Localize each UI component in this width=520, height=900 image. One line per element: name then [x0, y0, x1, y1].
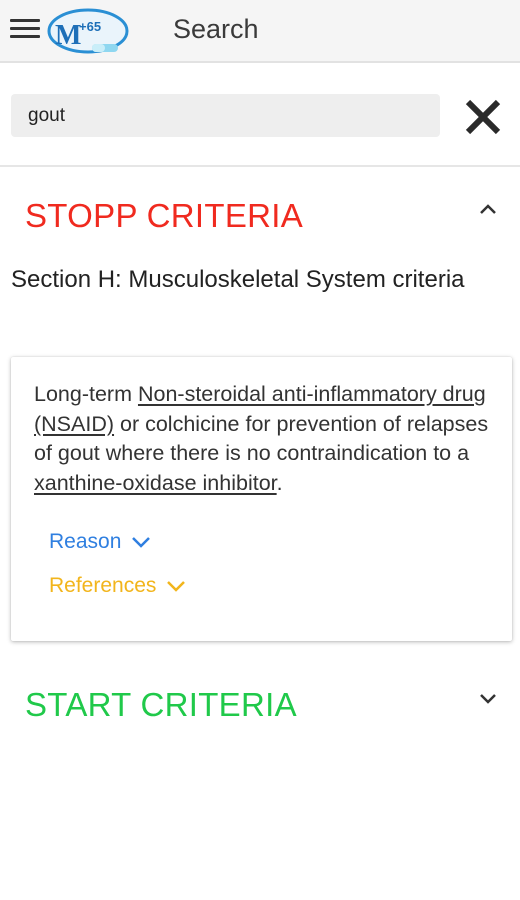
section-heading: Section H: Musculoskeletal System criter… — [11, 266, 465, 293]
criterion-text-part: Long-term — [34, 382, 138, 406]
references-toggle[interactable]: References — [49, 574, 186, 598]
criterion-text-part: . — [276, 470, 283, 495]
svg-text:+65: +65 — [79, 19, 101, 34]
stopp-criteria-title: STOPP CRITERIA — [25, 197, 304, 234]
hamburger-menu-icon[interactable] — [10, 16, 40, 42]
references-label: References — [49, 574, 157, 597]
xanthine-oxidase-link[interactable]: xanthine-oxidase inhibitor — [34, 471, 277, 495]
chevron-up-icon[interactable] — [478, 202, 498, 216]
start-criteria-header[interactable]: START CRITERIA — [0, 680, 520, 740]
chevron-down-icon — [167, 581, 186, 593]
svg-text:M: M — [55, 20, 81, 51]
search-input[interactable] — [11, 94, 440, 137]
close-x-icon[interactable] — [463, 97, 503, 137]
reason-label: Reason — [49, 530, 122, 553]
criterion-card: Long-term Non-steroidal anti-inflammator… — [11, 357, 512, 641]
reason-toggle[interactable]: Reason — [49, 530, 151, 554]
page-title: Search — [173, 14, 259, 44]
app-logo: M +65 — [47, 8, 129, 54]
search-bar — [0, 65, 520, 167]
start-criteria-title: START CRITERIA — [25, 686, 297, 723]
chevron-down-icon — [132, 537, 151, 549]
chevron-down-icon[interactable] — [478, 692, 498, 706]
app-bar: M +65 Search — [0, 0, 520, 63]
criterion-text: Long-term Non-steroidal anti-inflammator… — [34, 380, 494, 498]
stopp-criteria-header[interactable]: STOPP CRITERIA — [0, 187, 520, 247]
